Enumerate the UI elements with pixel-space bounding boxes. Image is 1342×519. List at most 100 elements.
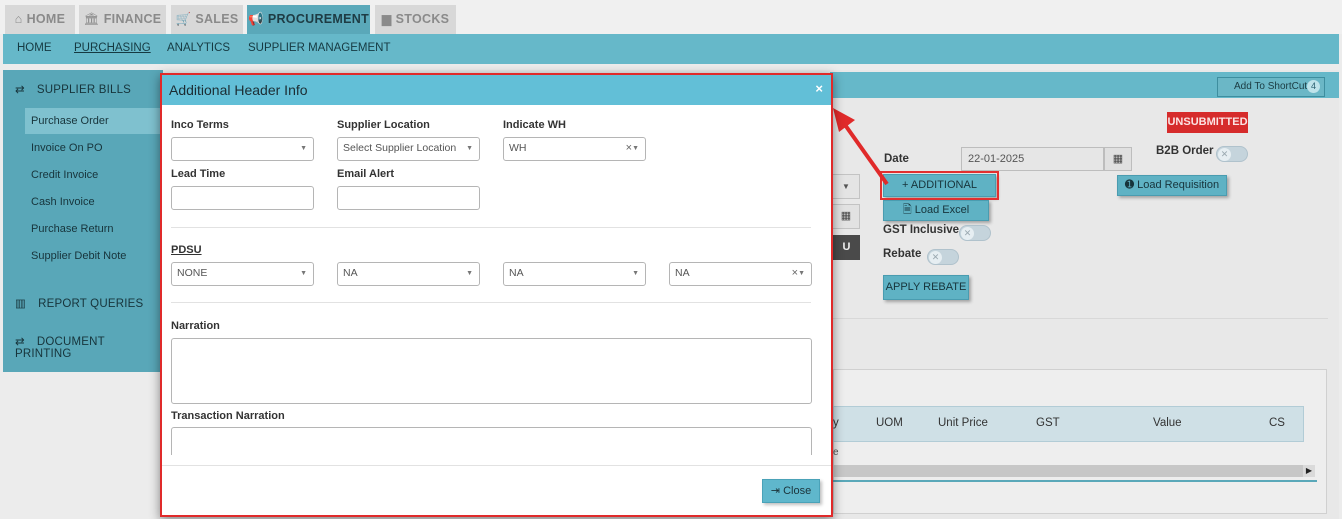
sidebar-item-cash-invoice[interactable]: Cash Invoice [25,189,163,215]
additional-button[interactable]: + ADDITIONAL [880,171,999,200]
chevron-down-icon: ▼ [632,270,639,277]
clear-icon[interactable]: × [626,142,632,154]
divider [171,302,811,303]
sidebar-item-invoice-on-po[interactable]: Invoice On PO [25,135,163,161]
sign-out-icon: ⇥ [770,485,784,497]
indicate-wh-select[interactable]: WH × ▼ [503,137,646,161]
grid-col-gst[interactable]: GST [1036,417,1060,429]
date-field[interactable]: 22-01-2025 [961,147,1104,171]
b2b-order-label: B2B Order [1156,145,1214,157]
close-button[interactable]: ⇥ Close [762,479,820,503]
subnav-home[interactable]: HOME [17,42,52,54]
grid-col-uom[interactable]: UOM [876,417,903,429]
add-to-shortcut-button[interactable]: Add To ShortCut 4 [1217,77,1325,97]
bar-chart-icon: ▥ [15,298,27,310]
inco-terms-label: Inco Terms [171,119,229,131]
narration-textarea[interactable] [171,338,812,404]
close-icon[interactable]: × [815,81,823,96]
toggle-knob: ✕ [1218,148,1231,161]
calendar-icon[interactable]: ▦ [833,204,860,229]
grid-cell: e [833,447,839,458]
rebate-label: Rebate [883,248,922,260]
email-alert-label: Email Alert [337,168,395,180]
home-icon: ⌂ [14,12,23,26]
top-navigation: ⌂ HOME 🏛 FINANCE 🛒 SALES 📢 PROCUREMENT ▆ STOC… [0,0,1342,34]
sidebar-item-purchase-order[interactable]: Purchase Order [25,108,163,134]
gst-inclusive-label: GST Inclusive [883,224,960,236]
sidebar-section-supplier-bills[interactable]: ⇄ SUPPLIER BILLS [15,82,131,96]
rebate-toggle[interactable]: ✕ [927,249,959,265]
pdsu-select-4[interactable]: NA × ▼ [669,262,812,286]
toggle-knob: ✕ [961,227,974,240]
gst-inclusive-toggle[interactable]: ✕ [959,225,991,241]
scroll-right-icon[interactable]: ▶ [1303,465,1315,477]
exchange-icon: ⇄ [15,336,25,348]
load-excel-button[interactable]: 🗎 Load Excel [883,200,989,221]
email-alert-input[interactable] [337,186,480,210]
subnav-supplier-management[interactable]: SUPPLIER MANAGEMENT [248,42,391,54]
additional-header-info-modal: Additional Header Info × Inco Terms ▼ Su… [160,73,833,517]
clear-icon[interactable]: × [792,267,798,279]
subnav-purchasing[interactable]: PURCHASING [74,42,151,54]
sidebar-item-purchase-return[interactable]: Purchase Return [25,216,163,242]
indicate-wh-label: Indicate WH [503,119,566,131]
supplier-location-select[interactable]: Select Supplier Location ▼ [337,137,480,161]
sidebar-section-document-printing[interactable]: ⇄ DOCUMENT PRINTING [15,334,163,360]
pdsu-label: PDSU [171,244,202,256]
divider [171,227,811,228]
apply-rebate-button[interactable]: APPLY REBATE [883,275,969,300]
horizontal-scrollbar[interactable] [833,465,1315,477]
tab-stocks[interactable]: ▆ STOCKS [375,5,456,34]
grid-col-unit-price[interactable]: Unit Price [938,417,988,429]
sidebar-section-report-queries[interactable]: ▥ REPORT QUERIES [15,296,143,310]
narration-label: Narration [171,320,220,332]
tab-procurement[interactable]: 📢 PROCUREMENT [247,5,370,34]
annotation-arrow [833,108,889,186]
pdsu-select-2[interactable]: NA ▼ [337,262,480,286]
cart-icon: 🛒 [175,12,192,26]
chevron-down-icon: ▼ [632,145,639,152]
grid-header [833,406,1304,442]
chevron-down-icon: ▼ [300,145,307,152]
bar-chart-icon: ▆ [381,12,392,26]
modal-title: Additional Header Info [169,82,308,98]
exchange-icon: ⇄ [15,84,25,96]
tab-finance[interactable]: 🏛 FINANCE [79,5,166,34]
tab-home[interactable]: ⌂ HOME [5,5,75,34]
sidebar: ⇄ SUPPLIER BILLS Purchase Order Invoice O… [3,70,163,372]
pdsu-select-1[interactable]: NONE ▼ [171,262,314,286]
lead-time-label: Lead Time [171,168,226,180]
tab-sales[interactable]: 🛒 SALES [171,5,243,34]
shortcut-count-badge: 4 [1307,80,1320,93]
chevron-down-icon: ▼ [798,270,805,277]
arrow-circle-icon: ➊ [1124,179,1138,191]
modal-header: Additional Header Info × [162,75,831,105]
transaction-narration-textarea[interactable] [171,427,812,455]
grid-col-value[interactable]: Value [1153,417,1182,429]
divider [833,480,1317,482]
u-button[interactable]: U [833,235,860,260]
lead-time-input[interactable] [171,186,314,210]
bullhorn-icon: 📢 [247,12,264,26]
chevron-down-icon: ▼ [466,270,473,277]
sidebar-item-credit-invoice[interactable]: Credit Invoice [25,162,163,188]
pdsu-select-3[interactable]: NA ▼ [503,262,646,286]
file-excel-icon: 🗎 [902,204,915,216]
subnav-analytics[interactable]: ANALYTICS [167,42,230,54]
supplier-location-label: Supplier Location [337,119,430,131]
toggle-knob: ✕ [929,251,942,264]
inco-terms-select[interactable]: ▼ [171,137,314,161]
b2b-order-toggle[interactable]: ✕ [1216,146,1248,162]
bank-icon: 🏛 [83,12,100,26]
sub-navigation: HOME PURCHASING ANALYTICS SUPPLIER MANAG… [3,34,1339,64]
chevron-down-icon: ▼ [300,270,307,277]
chevron-down-icon: ▼ [466,145,473,152]
calendar-icon[interactable]: ▦ [1104,147,1132,171]
status-badge: UNSUBMITTED [1167,112,1248,133]
sidebar-item-supplier-debit-note[interactable]: Supplier Debit Note [25,243,163,269]
grid-col-qty[interactable]: y [833,417,839,429]
modal-footer-divider [162,465,831,466]
divider [833,318,1328,319]
load-requisition-button[interactable]: ➊ Load Requisition [1117,175,1227,196]
grid-col-cs[interactable]: CS [1269,417,1285,429]
